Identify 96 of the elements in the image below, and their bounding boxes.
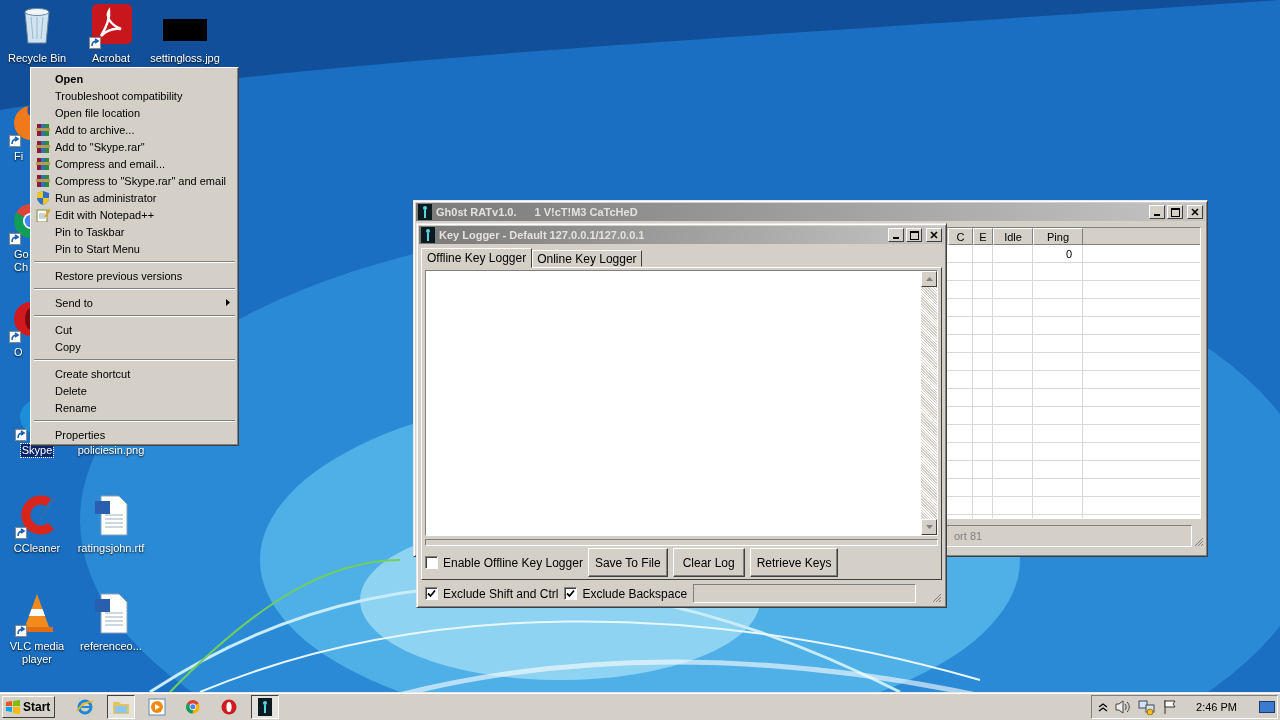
close-icon: [1191, 208, 1199, 216]
web-browser-icon: [76, 697, 95, 716]
status-text: ort 81: [954, 530, 983, 542]
icon-label[interactable]: referenceo...: [79, 640, 143, 653]
menu-item[interactable]: Create shortcut: [33, 365, 236, 382]
menu-item[interactable]: Compress and email...: [33, 155, 236, 172]
menu-item[interactable]: Add to "Skype.rar": [33, 138, 236, 155]
checkmark-icon: [427, 589, 436, 598]
menu-item[interactable]: Copy: [33, 338, 236, 355]
tab[interactable]: Online Key Logger: [532, 250, 642, 267]
resize-grip-icon: [1194, 537, 1204, 547]
icon-label[interactable]: CCleaner: [12, 542, 62, 555]
speaker-icon[interactable]: [1114, 698, 1133, 715]
icon-label[interactable]: VLC media player: [0, 640, 74, 666]
archive-icon: [36, 156, 50, 171]
push-button[interactable]: Retrieve Keys: [749, 548, 839, 577]
checkbox[interactable]: [425, 556, 438, 569]
submenu-arrow-icon: [226, 299, 230, 306]
menu-item[interactable]: Edit with Notepad++: [33, 206, 236, 223]
checkbox[interactable]: [564, 587, 578, 600]
table-cell: 0: [1065, 248, 1072, 260]
menu-item[interactable]: Add to archive...: [33, 121, 236, 138]
up-arrow-icon: [925, 277, 933, 281]
menu-item[interactable]: Cut: [33, 321, 236, 338]
menu-item[interactable]: Troubleshoot compatibility: [33, 87, 236, 104]
app-icon: [418, 204, 432, 220]
chevron-up-icon[interactable]: [1098, 701, 1109, 712]
start-button[interactable]: Start: [2, 695, 56, 718]
menu-item[interactable]: Send to: [33, 294, 236, 311]
menu-item[interactable]: Run as administrator: [33, 189, 236, 206]
archive-icon: [36, 173, 50, 188]
flag-icon[interactable]: [1162, 698, 1179, 715]
app-icon: [421, 227, 435, 243]
checkbox-label[interactable]: Exclude Backspace: [582, 586, 688, 601]
checkbox-label[interactable]: Enable Offline Key Logger: [443, 555, 583, 570]
column-header[interactable]: Idle: [993, 228, 1033, 245]
column-header[interactable]: E: [973, 228, 993, 245]
maximize-icon: [909, 230, 919, 240]
archive-icon: [36, 139, 50, 154]
shield-icon: [36, 190, 50, 205]
icon-label[interactable]: Recycle Bin: [6, 52, 68, 65]
menu-item[interactable]: Compress to "Skype.rar" and email: [33, 172, 236, 189]
windows-logo-icon: [5, 699, 21, 714]
maximize-button[interactable]: [1167, 205, 1183, 219]
close-icon: [930, 231, 938, 239]
icon-label[interactable]: Go Ch: [13, 248, 30, 274]
icon-label[interactable]: O: [13, 346, 24, 359]
menu-item[interactable]: Delete: [33, 382, 236, 399]
window-title: Key Logger - Default 127.0.0.1/127.0.0.1: [439, 229, 645, 241]
menu-item[interactable]: Open file location: [33, 104, 236, 121]
menu-item[interactable]: Pin to Start Menu: [33, 240, 236, 257]
checkmark-icon: [566, 589, 576, 598]
window-caption: 1 V!cT!M3 CaTcHeD: [534, 206, 638, 218]
chrome-icon: [184, 697, 203, 716]
icon-label[interactable]: Fi: [13, 150, 25, 163]
terminal-icon: [256, 697, 275, 716]
column-header[interactable]: C: [948, 228, 973, 245]
taskbar-button[interactable]: [251, 694, 280, 719]
close-button[interactable]: [926, 228, 942, 242]
tab[interactable]: Offline Key Logger: [421, 248, 533, 268]
icon-label[interactable]: ratingsjohn.rtf: [76, 542, 146, 555]
menu-item[interactable]: Open: [33, 70, 236, 87]
menu-item[interactable]: Rename: [33, 399, 236, 416]
push-button[interactable]: Clear Log: [672, 548, 745, 577]
notepad-icon: [36, 207, 50, 222]
down-arrow-icon: [925, 525, 933, 530]
menu-item[interactable]: Properties: [33, 426, 236, 443]
menu-item[interactable]: Restore previous versions: [33, 267, 236, 284]
column-header[interactable]: Ping: [1033, 228, 1083, 245]
close-button[interactable]: [1187, 205, 1203, 219]
icon-label[interactable]: policiesin.png: [76, 444, 146, 457]
archive-icon: [36, 122, 50, 137]
scrollbar[interactable]: [921, 271, 937, 536]
maximize-icon: [1170, 207, 1180, 217]
icon-label[interactable]: settingloss.jpg: [149, 52, 221, 65]
checkbox-label[interactable]: Exclude Shift and Ctrl: [443, 586, 559, 601]
network-icon[interactable]: [1138, 698, 1157, 715]
maximize-button[interactable]: [906, 228, 922, 242]
minimize-button[interactable]: [888, 228, 904, 242]
pdf-icon[interactable]: [89, 3, 133, 47]
taskbar-button[interactable]: [107, 694, 136, 719]
minimize-button[interactable]: [1149, 205, 1165, 219]
push-button[interactable]: Save To File: [587, 548, 668, 577]
show-desktop-button[interactable]: [1259, 700, 1275, 713]
media-player-icon: [148, 697, 167, 716]
desktop-icon: [1259, 700, 1275, 713]
clock[interactable]: 2:46 PM: [1196, 700, 1237, 713]
resize-grip-icon: [932, 593, 942, 603]
text-field[interactable]: [693, 584, 916, 603]
icon-label[interactable]: Acrobat: [91, 52, 131, 65]
checkbox[interactable]: [425, 587, 438, 600]
opera-icon: [220, 697, 239, 716]
scroll-down-button[interactable]: [921, 519, 937, 536]
menu-item[interactable]: Pin to Taskbar: [33, 223, 236, 240]
scroll-up-button[interactable]: [921, 271, 937, 287]
window-title: Gh0st RATv1.0.: [436, 206, 517, 218]
